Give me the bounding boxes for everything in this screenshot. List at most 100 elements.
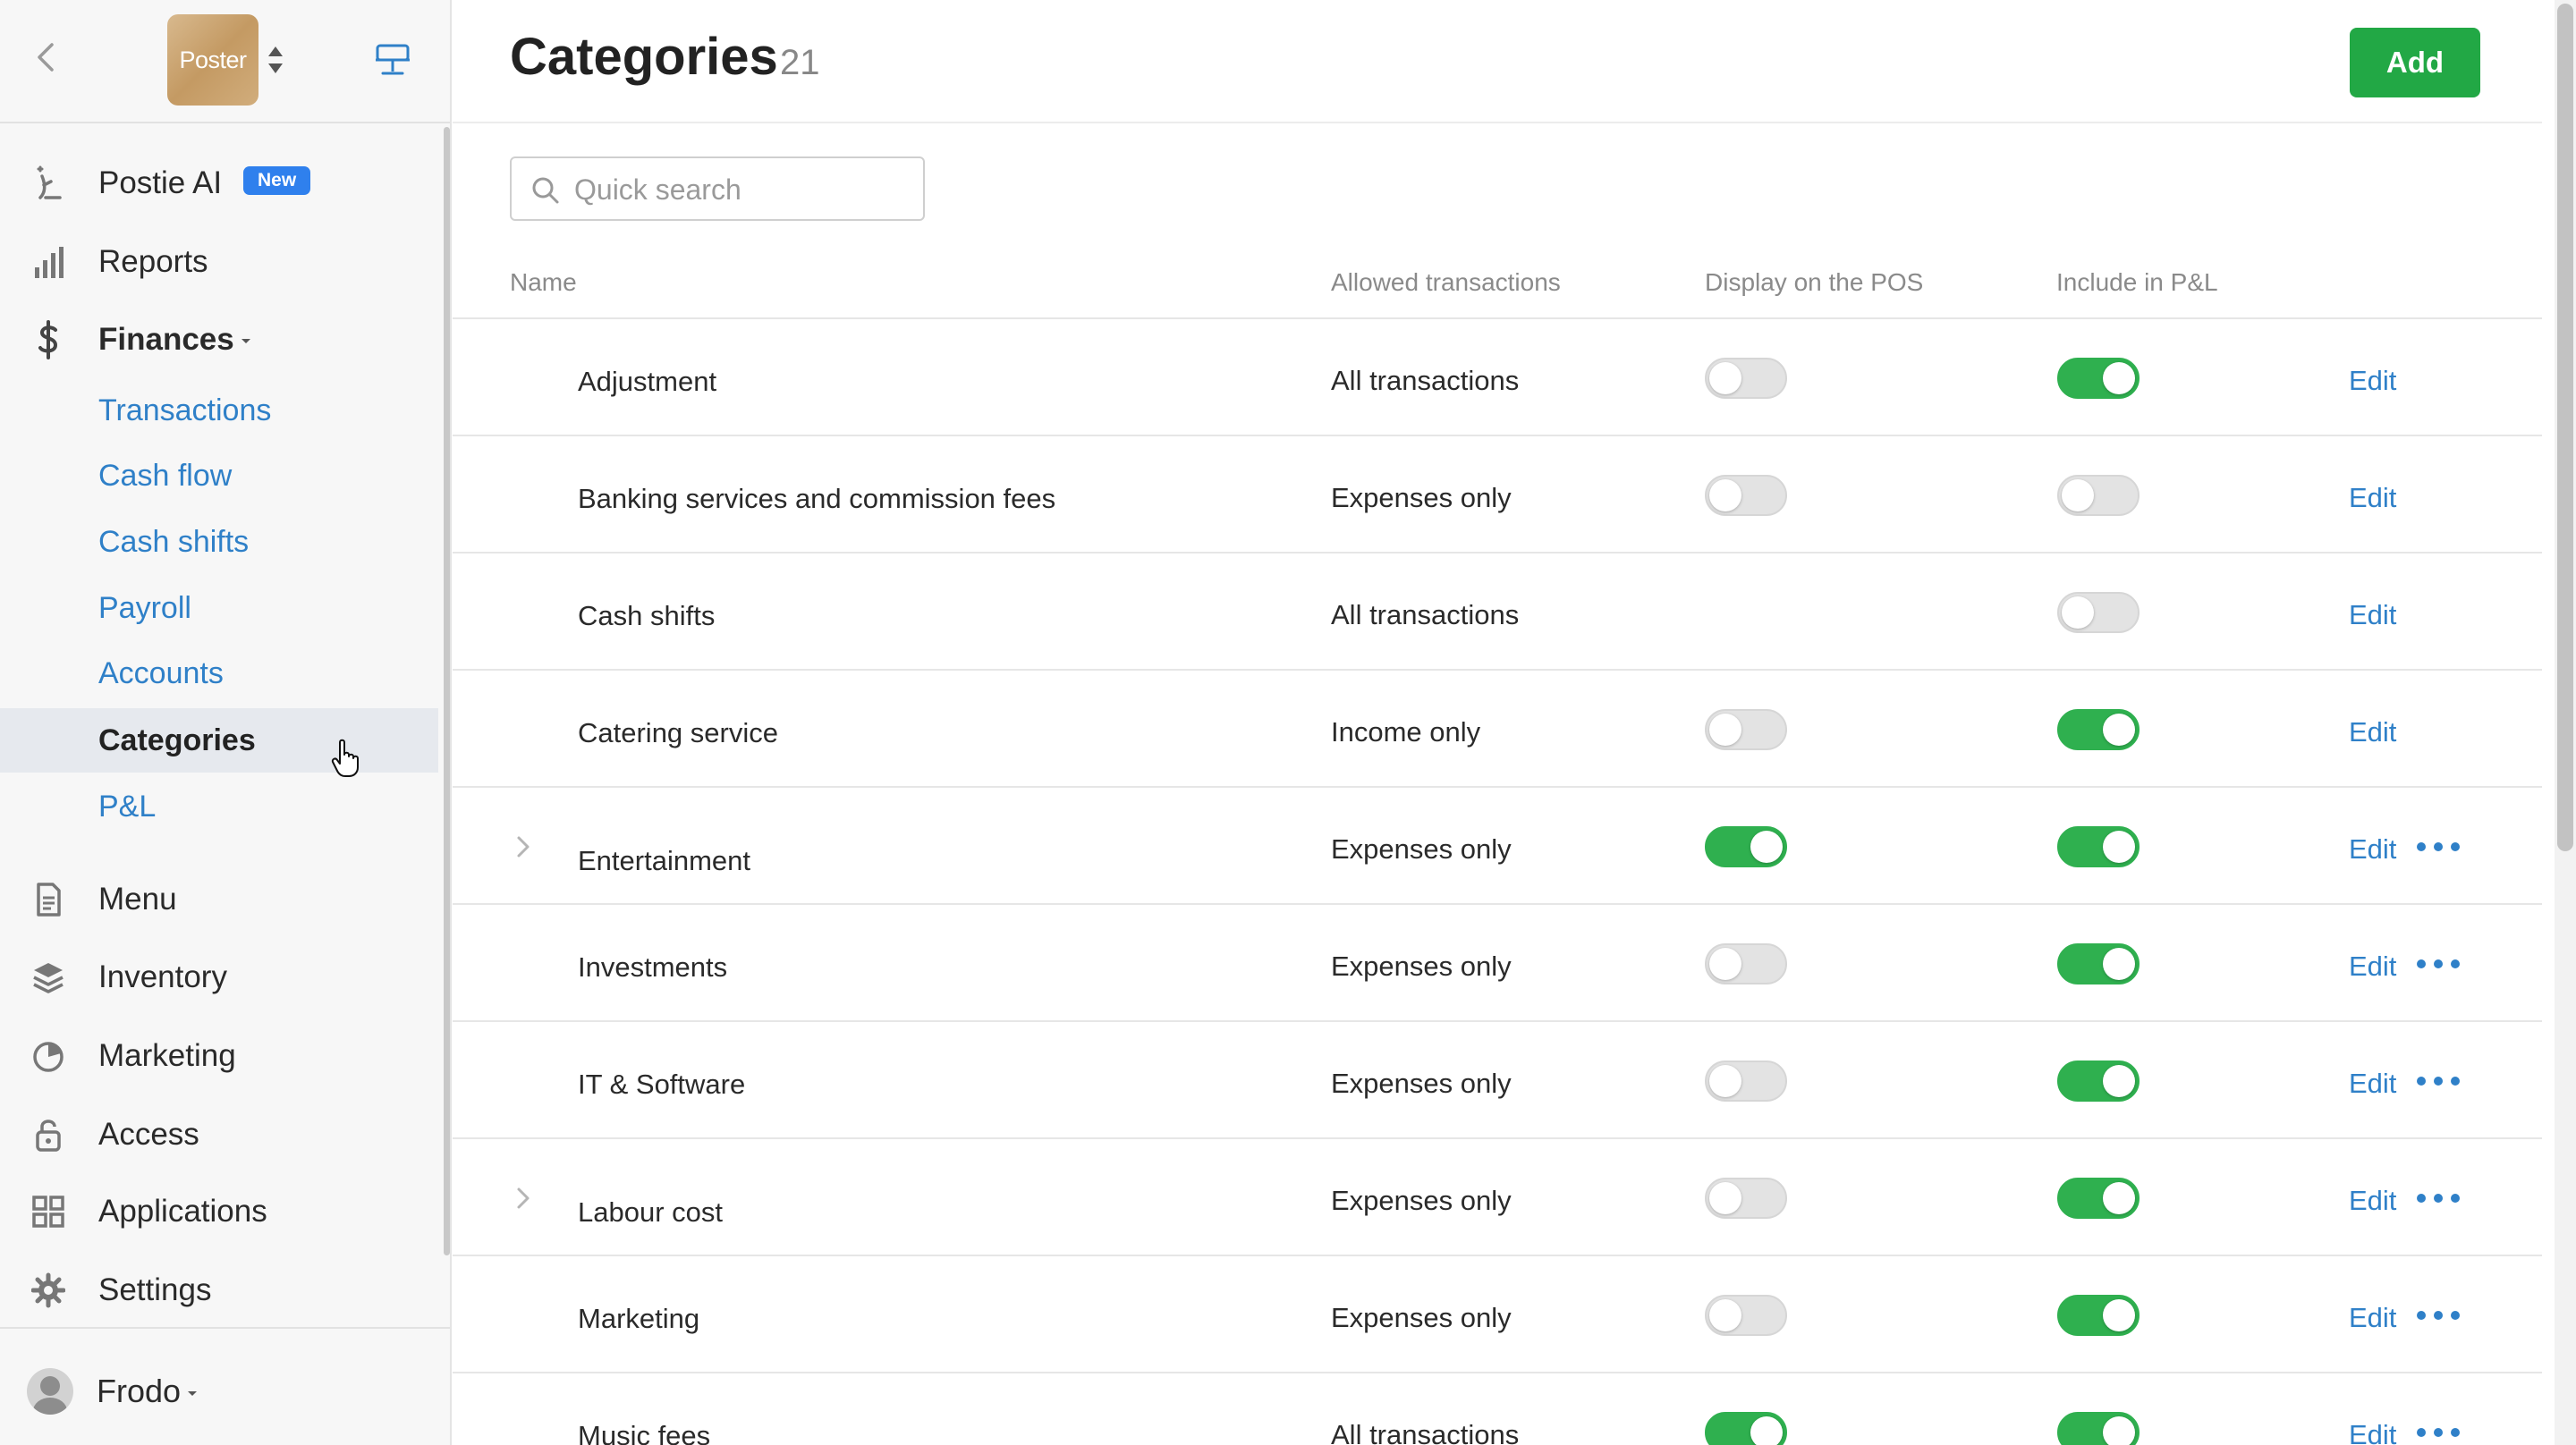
column-header-include-pnl[interactable]: Include in P&L bbox=[2056, 268, 2218, 297]
allowed-transactions: All transactions bbox=[1331, 1419, 1520, 1445]
pie-chart-icon bbox=[30, 1038, 66, 1074]
sidebar: Poster Postie AI New Reports Finances Tr… bbox=[0, 0, 452, 1445]
more-options-icon[interactable] bbox=[2417, 1189, 2460, 1207]
nav-item-applications[interactable]: Applications bbox=[0, 1180, 438, 1243]
add-button[interactable]: Add bbox=[2350, 28, 2480, 97]
layers-icon bbox=[30, 959, 66, 995]
venue-logo[interactable]: Poster bbox=[167, 14, 258, 106]
nav-item-marketing[interactable]: Marketing bbox=[0, 1025, 438, 1087]
expand-chevron-icon[interactable] bbox=[513, 1184, 533, 1213]
avatar bbox=[27, 1368, 73, 1415]
document-icon bbox=[30, 882, 66, 917]
category-name: Music fees bbox=[578, 1420, 711, 1445]
sub-item-pnl[interactable]: P&L bbox=[0, 774, 438, 839]
edit-link[interactable]: Edit bbox=[2349, 1302, 2396, 1334]
display-on-pos-toggle[interactable] bbox=[1705, 1061, 1787, 1102]
logo-text: Poster bbox=[179, 46, 247, 73]
nav-item-access[interactable]: Access bbox=[0, 1103, 438, 1166]
include-in-pnl-toggle[interactable] bbox=[2057, 1295, 2140, 1336]
allowed-transactions: All transactions bbox=[1331, 599, 1520, 630]
include-in-pnl-toggle[interactable] bbox=[2057, 709, 2140, 750]
more-options-icon[interactable] bbox=[2417, 838, 2460, 856]
include-in-pnl-toggle[interactable] bbox=[2057, 826, 2140, 867]
allowed-transactions: All transactions bbox=[1331, 365, 1520, 396]
more-options-icon[interactable] bbox=[2417, 1306, 2460, 1324]
user-menu[interactable]: Frodo bbox=[27, 1366, 198, 1416]
table-row: Marketing Expenses only Edit bbox=[453, 1256, 2542, 1373]
grid-icon bbox=[30, 1194, 66, 1230]
include-in-pnl-toggle[interactable] bbox=[2057, 475, 2140, 516]
edit-link[interactable]: Edit bbox=[2349, 716, 2396, 748]
display-on-pos-toggle[interactable] bbox=[1705, 709, 1787, 750]
category-name: Catering service bbox=[578, 717, 778, 748]
nav-item-menu[interactable]: Menu bbox=[0, 868, 438, 931]
display-on-pos-toggle[interactable] bbox=[1705, 1178, 1787, 1219]
search-input[interactable] bbox=[574, 167, 905, 212]
display-on-pos-toggle[interactable] bbox=[1705, 475, 1787, 516]
table-row: Music fees All transactions Edit bbox=[453, 1373, 2542, 1445]
display-on-pos-toggle[interactable] bbox=[1705, 1295, 1787, 1336]
display-on-pos-toggle[interactable] bbox=[1705, 943, 1787, 984]
edit-link[interactable]: Edit bbox=[2349, 482, 2396, 514]
nav-label-menu: Menu bbox=[98, 882, 177, 917]
more-options-icon[interactable] bbox=[2417, 1072, 2460, 1090]
include-in-pnl-toggle[interactable] bbox=[2057, 1178, 2140, 1219]
bar-chart-icon bbox=[30, 244, 66, 280]
page-title: Categories bbox=[510, 28, 778, 86]
sub-label: Categories bbox=[98, 722, 256, 757]
edit-link[interactable]: Edit bbox=[2349, 365, 2396, 397]
edit-link[interactable]: Edit bbox=[2349, 1185, 2396, 1217]
sidebar-scrollbar[interactable] bbox=[444, 127, 450, 1255]
page-scrollbar-thumb[interactable] bbox=[2557, 4, 2573, 851]
nav-label-applications: Applications bbox=[98, 1194, 267, 1229]
include-in-pnl-toggle[interactable] bbox=[2057, 1061, 2140, 1102]
nav-item-settings[interactable]: Settings bbox=[0, 1259, 438, 1322]
allowed-transactions: Expenses only bbox=[1331, 1185, 1512, 1216]
sub-item-transactions[interactable]: Transactions bbox=[0, 378, 438, 443]
include-in-pnl-toggle[interactable] bbox=[2057, 358, 2140, 399]
quick-search[interactable] bbox=[510, 156, 925, 221]
edit-link[interactable]: Edit bbox=[2349, 951, 2396, 983]
sub-label: Payroll bbox=[98, 590, 191, 625]
include-in-pnl-toggle[interactable] bbox=[2057, 1412, 2140, 1445]
nav-label-inventory: Inventory bbox=[98, 959, 227, 994]
sub-item-accounts[interactable]: Accounts bbox=[0, 641, 438, 706]
include-in-pnl-toggle[interactable] bbox=[2057, 592, 2140, 633]
caret-down-icon bbox=[241, 339, 250, 344]
sub-label: Cash flow bbox=[98, 458, 233, 493]
sub-item-payroll[interactable]: Payroll bbox=[0, 576, 438, 640]
edit-link[interactable]: Edit bbox=[2349, 599, 2396, 631]
column-header-allowed[interactable]: Allowed transactions bbox=[1331, 268, 1561, 297]
nav-item-inventory[interactable]: Inventory bbox=[0, 946, 438, 1009]
back-chevron-icon[interactable] bbox=[30, 39, 61, 75]
wand-icon bbox=[30, 165, 66, 201]
nav-item-reports[interactable]: Reports bbox=[0, 231, 438, 293]
sub-item-cash-flow[interactable]: Cash flow bbox=[0, 444, 438, 508]
display-on-pos-toggle[interactable] bbox=[1705, 826, 1787, 867]
more-options-icon[interactable] bbox=[2417, 1424, 2460, 1441]
expand-chevron-icon[interactable] bbox=[513, 832, 533, 861]
display-on-pos-toggle[interactable] bbox=[1705, 1412, 1787, 1445]
venue-switch-icon[interactable] bbox=[267, 45, 284, 75]
column-header-display-pos[interactable]: Display on the POS bbox=[1705, 268, 1923, 297]
table-row: Labour cost Expenses only Edit bbox=[453, 1139, 2542, 1256]
page-scrollbar[interactable] bbox=[2555, 0, 2576, 1445]
sub-item-categories[interactable]: Categories bbox=[0, 708, 438, 773]
allowed-transactions: Expenses only bbox=[1331, 1068, 1512, 1099]
sidebar-header: Poster bbox=[0, 0, 450, 123]
edit-link[interactable]: Edit bbox=[2349, 1419, 2396, 1445]
category-name: Cash shifts bbox=[578, 600, 716, 631]
nav-item-finances[interactable]: Finances bbox=[0, 308, 438, 371]
allowed-transactions: Expenses only bbox=[1331, 833, 1512, 865]
pos-terminal-icon[interactable] bbox=[374, 41, 411, 77]
user-name: Frodo bbox=[97, 1373, 198, 1410]
include-in-pnl-toggle[interactable] bbox=[2057, 943, 2140, 984]
finances-text: Finances bbox=[98, 322, 234, 357]
edit-link[interactable]: Edit bbox=[2349, 1068, 2396, 1100]
nav-item-postie-ai[interactable]: Postie AI bbox=[0, 152, 438, 215]
column-header-name[interactable]: Name bbox=[510, 268, 577, 297]
more-options-icon[interactable] bbox=[2417, 955, 2460, 973]
sub-item-cash-shifts[interactable]: Cash shifts bbox=[0, 510, 438, 574]
edit-link[interactable]: Edit bbox=[2349, 833, 2396, 866]
display-on-pos-toggle[interactable] bbox=[1705, 358, 1787, 399]
